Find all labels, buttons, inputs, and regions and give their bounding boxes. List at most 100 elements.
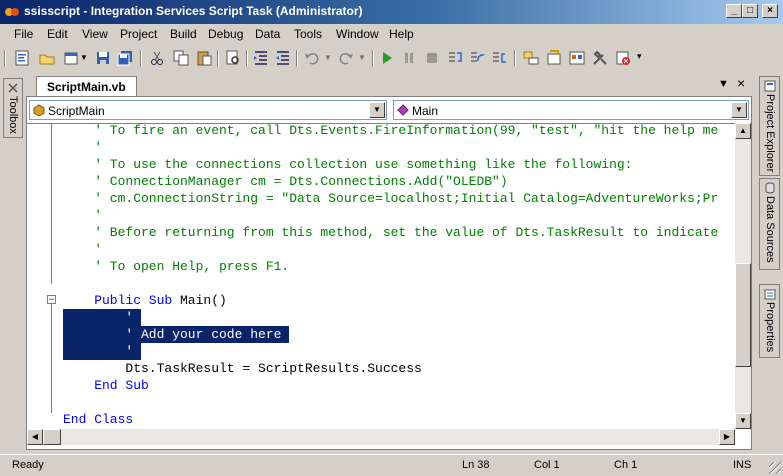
- status-bar: Ready Ln 38 Col 1 Ch 1 INS: [0, 454, 783, 476]
- copy-icon[interactable]: [172, 49, 190, 67]
- horizontal-scrollbar[interactable]: ◀ ▶: [27, 429, 735, 445]
- code-line[interactable]: ' ConnectionManager cm = Dts.Connections…: [27, 173, 735, 190]
- menu-help[interactable]: Help: [389, 27, 414, 41]
- error-list-icon[interactable]: [614, 49, 632, 67]
- add-item-icon[interactable]: [62, 49, 80, 67]
- menu-tools[interactable]: Tools: [294, 27, 322, 41]
- solution-explorer-icon[interactable]: [522, 49, 540, 67]
- code-line[interactable]: ': [27, 207, 735, 224]
- comment-token: ' Before returning from this method, set…: [94, 225, 719, 240]
- data-sources-tab[interactable]: Data Sources: [759, 178, 780, 270]
- menu-debug[interactable]: Debug: [208, 27, 243, 41]
- code-line[interactable]: ' cm.ConnectionString = "Data Source=loc…: [27, 190, 735, 207]
- method-combo-value: Main: [412, 104, 439, 118]
- comment-token: ' To open Help, press F1.: [94, 259, 290, 274]
- document-tab-strip: ScriptMain.vb ▼ ×: [26, 74, 752, 96]
- data-sources-icon: [765, 182, 775, 194]
- start-icon[interactable]: [378, 49, 396, 67]
- code-line[interactable]: ' To fire an event, call Dts.Events.Fire…: [27, 124, 735, 139]
- code-line[interactable]: [27, 275, 735, 292]
- chevron-down-icon[interactable]: ▼: [731, 102, 747, 118]
- code-line[interactable]: ' To use the connections collection use …: [27, 156, 735, 173]
- maximize-button[interactable]: □: [742, 4, 758, 18]
- code-line[interactable]: Public Sub Main(): [27, 292, 735, 309]
- open-file-icon[interactable]: [38, 49, 56, 67]
- menu-view[interactable]: View: [82, 27, 108, 41]
- keyword-token: End Class: [63, 412, 134, 427]
- paste-icon[interactable]: [195, 49, 213, 67]
- code-line[interactable]: ' Before returning from this method, set…: [27, 224, 735, 241]
- menu-window[interactable]: Window: [336, 27, 379, 41]
- stop-icon[interactable]: [423, 49, 441, 67]
- toolbox-icon[interactable]: [591, 49, 609, 67]
- properties-icon[interactable]: [545, 49, 563, 67]
- cut-icon[interactable]: [148, 49, 166, 67]
- menu-edit[interactable]: Edit: [47, 27, 68, 41]
- status-column: Col 1: [534, 459, 560, 471]
- menu-project[interactable]: Project: [120, 27, 157, 41]
- code-line[interactable]: End Sub: [27, 377, 735, 394]
- scroll-down-icon[interactable]: ▼: [735, 413, 751, 429]
- properties-tab[interactable]: Properties: [759, 284, 780, 358]
- code-token: Main(): [180, 293, 227, 308]
- code-line[interactable]: ' To open Help, press F1.: [27, 258, 735, 275]
- save-all-icon[interactable]: [116, 49, 134, 67]
- code-line[interactable]: ': [27, 241, 735, 258]
- toolbar-overflow-icon[interactable]: ▾: [637, 51, 655, 69]
- code-token: Dts.TaskResult = ScriptResults.Success: [125, 361, 422, 376]
- toolbar-grip[interactable]: [4, 50, 6, 67]
- redo-icon[interactable]: [337, 49, 355, 67]
- step-out-icon[interactable]: [490, 49, 508, 67]
- minimize-button[interactable]: _: [726, 4, 742, 18]
- scroll-right-icon[interactable]: ▶: [719, 429, 735, 445]
- window-title: ssisscript - Integration Services Script…: [24, 4, 363, 18]
- menu-file[interactable]: File: [14, 27, 33, 41]
- vertical-scrollbar[interactable]: ▲ ▼: [735, 123, 751, 429]
- menu-data[interactable]: Data: [255, 27, 280, 41]
- code-line[interactable]: ' Add your code here: [27, 326, 735, 343]
- step-into-icon[interactable]: [446, 49, 464, 67]
- hscroll-thumb[interactable]: [43, 429, 61, 445]
- left-autohide-panel: Toolbox: [0, 74, 26, 454]
- scroll-thumb[interactable]: [735, 263, 751, 367]
- keyword-token: Public Sub: [94, 293, 181, 308]
- resize-grip[interactable]: [769, 462, 781, 474]
- comment-token: ' Add your code here: [125, 326, 282, 343]
- code-line[interactable]: ': [27, 309, 735, 326]
- tab-list-icon[interactable]: ▼: [718, 78, 729, 90]
- view-code-icon[interactable]: [13, 49, 31, 67]
- menu-bar: File Edit View Project Build Debug Data …: [0, 24, 783, 44]
- close-button[interactable]: ×: [762, 4, 778, 18]
- object-browser-icon[interactable]: [568, 49, 586, 67]
- code-line[interactable]: ': [27, 343, 735, 360]
- indent-icon[interactable]: [252, 49, 270, 67]
- save-icon[interactable]: [94, 49, 112, 67]
- method-combo[interactable]: Main ▼: [393, 100, 749, 120]
- scroll-up-icon[interactable]: ▲: [735, 123, 751, 139]
- status-ready: Ready: [12, 459, 44, 471]
- class-combo[interactable]: ScriptMain ▼: [29, 100, 387, 120]
- project-explorer-tab[interactable]: Project Explorer: [759, 76, 780, 176]
- chevron-down-icon[interactable]: ▼: [369, 102, 385, 118]
- class-combo-value: ScriptMain: [48, 104, 105, 118]
- code-text-area[interactable]: − ' To fire an event, call Dts.Events.Fi…: [27, 123, 735, 429]
- find-icon[interactable]: [224, 49, 242, 67]
- scroll-left-icon[interactable]: ◀: [27, 429, 43, 445]
- code-line[interactable]: Dts.TaskResult = ScriptResults.Success: [27, 360, 735, 377]
- pause-icon[interactable]: [400, 49, 418, 67]
- tab-scriptmain[interactable]: ScriptMain.vb: [36, 76, 137, 96]
- comment-token: ' To use the connections collection use …: [94, 157, 633, 172]
- code-line[interactable]: ': [27, 139, 735, 156]
- close-tab-icon[interactable]: ×: [737, 75, 745, 91]
- toolbox-tab[interactable]: Toolbox: [3, 78, 23, 138]
- undo-icon[interactable]: [303, 49, 321, 67]
- code-line[interactable]: End Class: [27, 411, 735, 428]
- comment-token: ': [125, 309, 134, 326]
- comment-token: ': [94, 140, 102, 155]
- outdent-icon[interactable]: [274, 49, 292, 67]
- status-insert-mode: INS: [733, 459, 752, 471]
- code-line[interactable]: [27, 394, 735, 411]
- comment-token: ': [125, 343, 134, 360]
- step-over-icon[interactable]: [468, 49, 486, 67]
- menu-build[interactable]: Build: [170, 27, 197, 41]
